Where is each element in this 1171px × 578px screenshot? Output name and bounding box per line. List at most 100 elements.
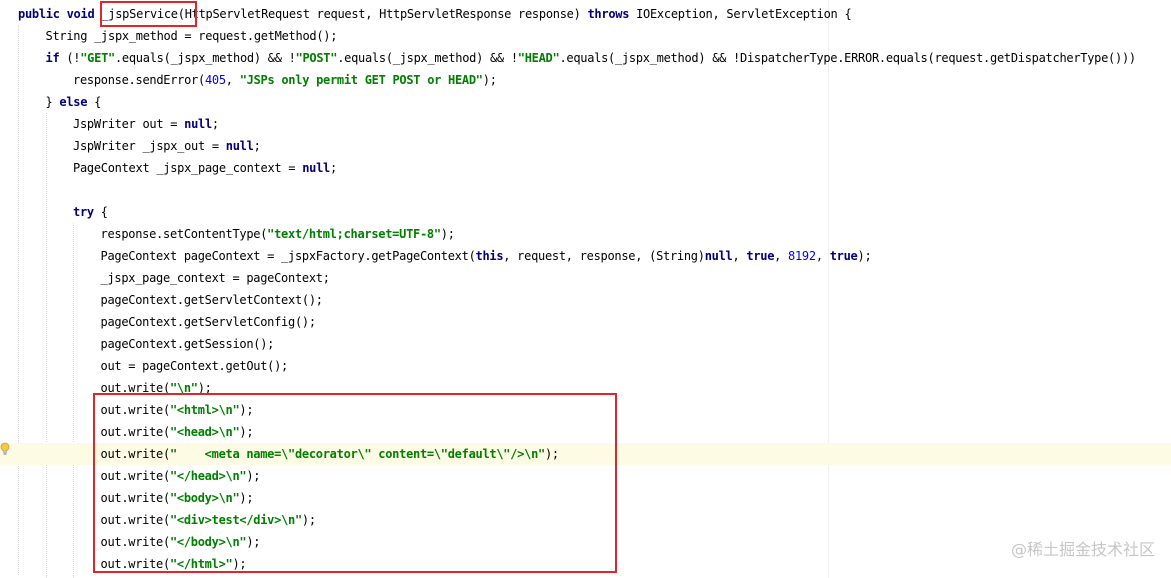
code-line[interactable]: response.sendError(405, "JSPs only permi… <box>0 69 1171 91</box>
code-string: "HEAD" <box>517 51 560 65</box>
code-text: ); <box>197 381 212 395</box>
code-text: out.write( <box>100 557 171 571</box>
code-line[interactable]: response.setContentType("text/html;chars… <box>0 223 1171 245</box>
code-line-text: JspWriter out = null; <box>73 113 219 135</box>
code-line[interactable]: if (!"GET".equals(_jspx_method) && !"POS… <box>0 47 1171 69</box>
lightbulb-icon[interactable] <box>0 442 10 456</box>
code-line[interactable]: String _jspx_method = request.getMethod(… <box>0 25 1171 47</box>
code-line[interactable]: out.write("<body>\n"); <box>0 487 1171 509</box>
code-number: 8192 <box>788 249 816 263</box>
code-text: ); <box>544 447 559 461</box>
code-keyword: null <box>184 117 212 131</box>
code-line-text: try { <box>73 201 108 223</box>
code-line[interactable]: JspWriter _jspx_out = null; <box>0 135 1171 157</box>
code-string: "POST" <box>295 51 338 65</box>
code-line-text: response.setContentType("text/html;chars… <box>101 223 455 245</box>
code-line-text: out.write("<head>\n"); <box>101 421 254 443</box>
code-line[interactable]: pageContext.getSession(); <box>0 333 1171 355</box>
code-text: pageContext.getSession(); <box>100 337 275 351</box>
code-line-text: PageContext pageContext = _jspxFactory.g… <box>101 245 872 267</box>
code-keyword: true <box>829 249 858 263</box>
code-string: "<div>test</div>\n" <box>169 513 302 527</box>
code-line-text: out.write("\n"); <box>101 377 212 399</box>
code-text: response.sendError( <box>73 73 205 87</box>
code-line-text: out.write("<body>\n"); <box>101 487 254 509</box>
code-string: "</body>\n" <box>169 535 247 549</box>
code-line[interactable]: out.write("<html>\n"); <box>0 399 1171 421</box>
code-text: .equals(_jspx_method) && ! <box>337 51 518 65</box>
code-line[interactable]: out = pageContext.getOut(); <box>0 355 1171 377</box>
code-line-text: } else { <box>46 91 102 113</box>
code-text: PageContext _jspx_page_context = <box>73 161 303 175</box>
code-line[interactable]: out.write("</html>"); <box>0 553 1171 575</box>
code-line[interactable]: out.write("</body>\n"); <box>0 531 1171 553</box>
code-text: out = pageContext.getOut(); <box>100 359 289 373</box>
code-string: "\n" <box>169 381 198 395</box>
code-text: out.write( <box>100 425 171 439</box>
code-text: ; <box>211 117 219 131</box>
code-line[interactable]: out.write(" <meta name=\"decorator\" con… <box>0 443 1171 465</box>
code-line[interactable]: try { <box>0 201 1171 223</box>
code-line[interactable]: PageContext pageContext = _jspxFactory.g… <box>0 245 1171 267</box>
code-text: ); <box>239 425 254 439</box>
code-line-text: out.write("<html>\n"); <box>101 399 254 421</box>
code-text: (! <box>59 51 81 65</box>
code-text: out.write( <box>100 447 171 461</box>
code-line[interactable]: _jspx_page_context = pageContext; <box>0 267 1171 289</box>
code-string: "GET" <box>80 51 115 65</box>
code-line[interactable]: out.write("<head>\n"); <box>0 421 1171 443</box>
code-keyword: true <box>746 249 775 263</box>
watermark-text: @稀土掘金技术社区 <box>1010 540 1155 559</box>
code-keyword: if <box>45 51 60 65</box>
code-keyword: null <box>225 139 254 153</box>
code-line[interactable]: JspWriter out = null; <box>0 113 1171 135</box>
code-keyword: else <box>59 95 88 109</box>
code-text: response.setContentType( <box>100 227 268 241</box>
code-text: , request, response, (String) <box>503 249 705 263</box>
code-keyword: null <box>704 249 733 263</box>
code-line[interactable]: } else { <box>0 91 1171 113</box>
code-text: ; <box>329 161 337 175</box>
code-line[interactable]: PageContext _jspx_page_context = null; <box>0 157 1171 179</box>
code-string: " <meta name=\"decorator\" content=\"def… <box>169 447 545 461</box>
code-line[interactable] <box>0 179 1171 201</box>
code-text: ); <box>246 469 261 483</box>
code-text: ); <box>482 73 497 87</box>
code-line[interactable]: pageContext.getServletContext(); <box>0 289 1171 311</box>
code-line-text: if (!"GET".equals(_jspx_method) && !"POS… <box>45 47 1137 69</box>
code-text: , <box>815 249 830 263</box>
code-text: ); <box>301 513 316 527</box>
code-line[interactable]: public void _jspService(HttpServletReque… <box>0 3 1171 25</box>
code-string: "text/html;charset=UTF-8" <box>267 227 441 241</box>
code-text: .equals(_jspx_method) && !DispatcherType… <box>559 51 1136 65</box>
code-editor[interactable]: public void _jspService(HttpServletReque… <box>0 0 1171 578</box>
code-text: pageContext.getServletContext(); <box>100 293 324 307</box>
code-text: ); <box>239 491 254 505</box>
code-keyword: null <box>302 161 330 175</box>
code-text: out.write( <box>100 491 171 505</box>
code-text: ); <box>857 249 872 263</box>
code-line[interactable]: out.write("</head>\n"); <box>0 465 1171 487</box>
code-text: ); <box>232 557 247 571</box>
code-number: 405 <box>204 73 226 87</box>
code-line-text: out.write(" <meta name=\"decorator\" con… <box>100 443 560 465</box>
code-keyword: this <box>475 249 504 263</box>
code-line-text: JspWriter _jspx_out = null; <box>73 135 261 157</box>
code-line[interactable]: pageContext.getServletConfig(); <box>0 311 1171 333</box>
code-line-text: pageContext.getSession(); <box>101 333 275 355</box>
code-text: ; <box>253 139 261 153</box>
code-line[interactable]: out.write("\n"); <box>0 377 1171 399</box>
code-line-text: PageContext _jspx_page_context = null; <box>73 157 337 179</box>
code-text: } <box>45 95 60 109</box>
code-text: { <box>93 205 108 219</box>
code-text: .equals(_jspx_method) && ! <box>114 51 296 65</box>
code-line-text: out.write("</head>\n"); <box>101 465 261 487</box>
code-text: , <box>225 73 240 87</box>
code-text: PageContext pageContext = _jspxFactory.g… <box>100 249 476 263</box>
code-text: out.write( <box>100 469 171 483</box>
code-text: out.write( <box>100 513 171 527</box>
code-line-text: out.write("</html>"); <box>101 553 247 575</box>
code-text: (HttpServletRequest request, HttpServlet… <box>177 7 588 21</box>
code-line[interactable]: out.write("<div>test</div>\n"); <box>0 509 1171 531</box>
code-text: _jspx_page_context = pageContext; <box>100 271 330 285</box>
